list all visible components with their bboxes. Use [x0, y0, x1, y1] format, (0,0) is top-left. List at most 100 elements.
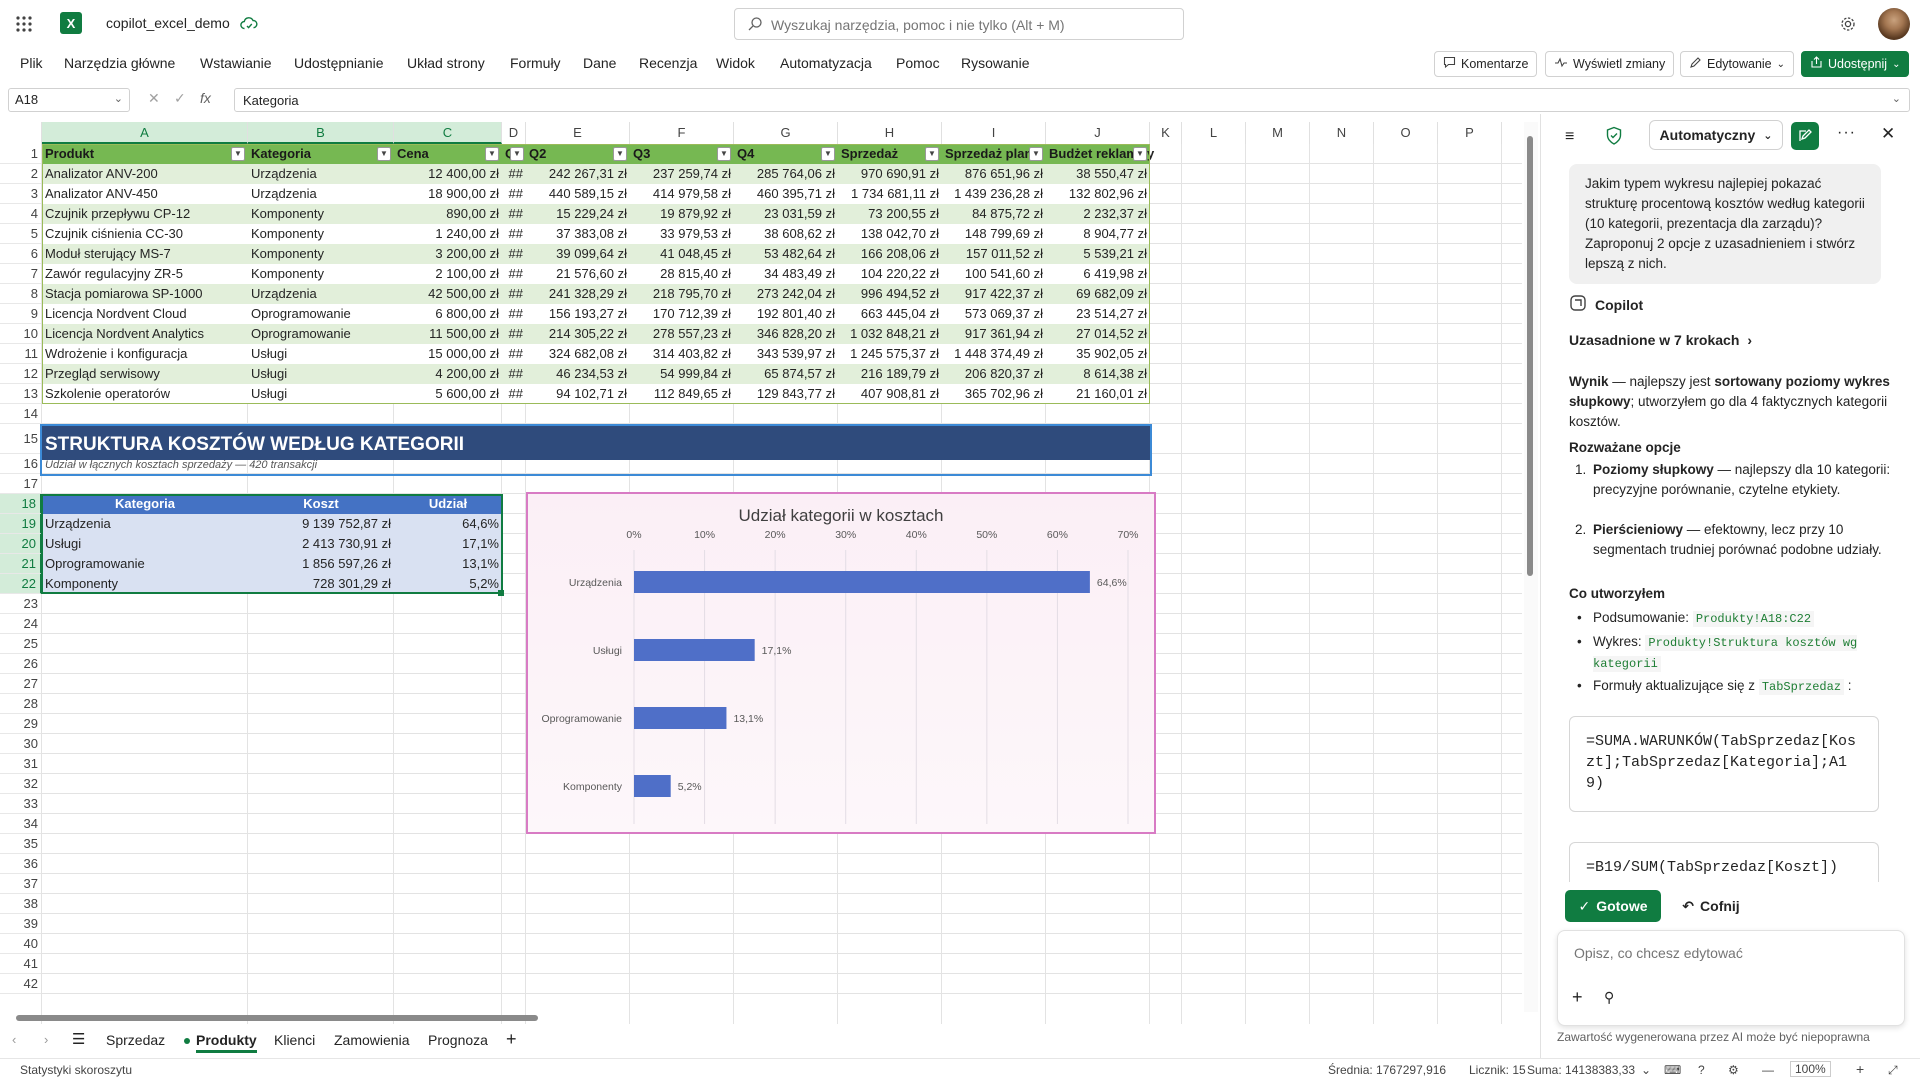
- menu-review[interactable]: Recenzja: [639, 55, 697, 71]
- row-header-26[interactable]: 26: [0, 654, 42, 674]
- table-cell[interactable]: 365 702,96 zł: [942, 384, 1046, 404]
- table-cell[interactable]: Komponenty: [248, 244, 394, 264]
- done-button[interactable]: ✓ Gotowe: [1565, 890, 1661, 922]
- menu-automate[interactable]: Automatyzacja: [780, 55, 872, 71]
- table-cell[interactable]: 8 614,38 zł: [1046, 364, 1150, 384]
- table-cell[interactable]: 278 557,23 zł: [630, 324, 734, 344]
- row-header-13[interactable]: 13: [0, 384, 42, 404]
- table-cell[interactable]: 23 031,59 zł: [734, 204, 838, 224]
- table-cell[interactable]: 129 843,77 zł: [734, 384, 838, 404]
- table-cell[interactable]: 21 576,60 zł: [526, 264, 630, 284]
- table-cell[interactable]: 104 220,22 zł: [838, 264, 942, 284]
- row-header-16[interactable]: 16: [0, 454, 42, 474]
- table-cell[interactable]: ##: [502, 204, 526, 224]
- table-cell[interactable]: 5 600,00 zł: [394, 384, 502, 404]
- scrollbar-thumb[interactable]: [1527, 136, 1533, 576]
- row-header-19[interactable]: 19: [0, 514, 42, 534]
- row-header-31[interactable]: 31: [0, 754, 42, 774]
- summary-cell[interactable]: Komponenty: [42, 574, 248, 594]
- horizontal-scrollbar[interactable]: [0, 1011, 1530, 1025]
- menu-share[interactable]: Udostępnianie: [294, 55, 384, 71]
- column-header-p[interactable]: P: [1438, 122, 1502, 144]
- menu-view[interactable]: Widok: [716, 55, 755, 71]
- table-cell[interactable]: Komponenty: [248, 204, 394, 224]
- summary-cell[interactable]: 2 413 730,91 zł: [248, 534, 394, 554]
- history-menu-icon[interactable]: ≡: [1565, 128, 1574, 146]
- table-cell[interactable]: ##: [502, 224, 526, 244]
- table-cell[interactable]: 6 800,00 zł: [394, 304, 502, 324]
- table-cell[interactable]: Oprogramowanie: [248, 304, 394, 324]
- column-header-d[interactable]: D: [502, 122, 526, 144]
- table-cell[interactable]: 917 422,37 zł: [942, 284, 1046, 304]
- table-cell[interactable]: 69 682,09 zł: [1046, 284, 1150, 304]
- vertical-scrollbar[interactable]: [1524, 122, 1538, 1012]
- table-cell[interactable]: 3 200,00 zł: [394, 244, 502, 264]
- summary-cell[interactable]: 728 301,29 zł: [248, 574, 394, 594]
- table-cell[interactable]: 237 259,74 zł: [630, 164, 734, 184]
- table-cell[interactable]: 273 242,04 zł: [734, 284, 838, 304]
- table-cell[interactable]: 241 328,29 zł: [526, 284, 630, 304]
- table-cell[interactable]: 206 820,37 zł: [942, 364, 1046, 384]
- fill-handle[interactable]: [498, 590, 504, 596]
- chevron-down-icon[interactable]: ⌄: [1641, 1063, 1651, 1077]
- summary-cell[interactable]: 9 139 752,87 zł: [248, 514, 394, 534]
- summary-cell[interactable]: 5,2%: [394, 574, 502, 594]
- keyboard-icon[interactable]: ⌨: [1664, 1063, 1681, 1077]
- column-header-o[interactable]: O: [1374, 122, 1438, 144]
- sheet-tab-produkty[interactable]: Produkty: [196, 1032, 257, 1053]
- table-cell[interactable]: 166 208,06 zł: [838, 244, 942, 264]
- table-cell[interactable]: 33 979,53 zł: [630, 224, 734, 244]
- summary-cell[interactable]: 13,1%: [394, 554, 502, 574]
- table-cell[interactable]: 1 032 848,21 zł: [838, 324, 942, 344]
- table-cell[interactable]: Usługi: [248, 364, 394, 384]
- table-cell[interactable]: 37 383,08 zł: [526, 224, 630, 244]
- menu-formulas[interactable]: Formuły: [510, 55, 561, 71]
- menu-home[interactable]: Narzędzia główne: [64, 55, 175, 71]
- row-header-3[interactable]: 3: [0, 184, 42, 204]
- table-cell[interactable]: Stacja pomiarowa SP-1000: [42, 284, 248, 304]
- table-cell[interactable]: ##: [502, 304, 526, 324]
- table-cell[interactable]: Oprogramowanie: [248, 324, 394, 344]
- filter-dropdown-icon[interactable]: ▼: [925, 147, 939, 161]
- row-header-38[interactable]: 38: [0, 894, 42, 914]
- next-sheet-icon[interactable]: ›: [44, 1032, 48, 1047]
- workbook-stats[interactable]: Statystyki skoroszytu: [20, 1063, 132, 1077]
- filter-dropdown-icon[interactable]: ▼: [613, 147, 627, 161]
- table-cell[interactable]: Licencja Nordvent Cloud: [42, 304, 248, 324]
- row-header-39[interactable]: 39: [0, 914, 42, 934]
- table-cell[interactable]: 21 160,01 zł: [1046, 384, 1150, 404]
- column-header-e[interactable]: E: [526, 122, 630, 144]
- row-header-9[interactable]: 9: [0, 304, 42, 324]
- prompt-input[interactable]: [1574, 945, 1884, 961]
- row-header-8[interactable]: 8: [0, 284, 42, 304]
- row-header-41[interactable]: 41: [0, 954, 42, 974]
- table-cell[interactable]: Urządzenia: [248, 184, 394, 204]
- table-cell[interactable]: Usługi: [248, 344, 394, 364]
- column-header-b[interactable]: B: [248, 122, 394, 144]
- mode-dropdown[interactable]: Automatyczny ⌄: [1649, 120, 1783, 150]
- table-cell[interactable]: 2 100,00 zł: [394, 264, 502, 284]
- table-cell[interactable]: 15 000,00 zł: [394, 344, 502, 364]
- table-cell[interactable]: 73 200,55 zł: [838, 204, 942, 224]
- confirm-check-icon[interactable]: ✓: [174, 90, 186, 107]
- close-pane-icon[interactable]: ✕: [1881, 124, 1895, 144]
- row-header-29[interactable]: 29: [0, 714, 42, 734]
- table-cell[interactable]: 148 799,69 zł: [942, 224, 1046, 244]
- row-header-42[interactable]: 42: [0, 974, 42, 994]
- table-cell[interactable]: 138 042,70 zł: [838, 224, 942, 244]
- table-cell[interactable]: 192 801,40 zł: [734, 304, 838, 324]
- row-header-15[interactable]: 15: [0, 424, 42, 454]
- filter-dropdown-icon[interactable]: ▼: [821, 147, 835, 161]
- share-button[interactable]: Udostępnij ⌄: [1801, 51, 1910, 77]
- table-cell[interactable]: 216 189,79 zł: [838, 364, 942, 384]
- h-scrollbar-thumb[interactable]: [16, 1015, 538, 1021]
- more-options-icon[interactable]: ···: [1837, 124, 1856, 142]
- column-header-a[interactable]: A: [42, 122, 248, 144]
- table-cell[interactable]: 1 439 236,28 zł: [942, 184, 1046, 204]
- filter-dropdown-icon[interactable]: ▼: [377, 147, 391, 161]
- column-header-m[interactable]: M: [1246, 122, 1310, 144]
- table-cell[interactable]: Zawór regulacyjny ZR-5: [42, 264, 248, 284]
- row-header-6[interactable]: 6: [0, 244, 42, 264]
- shield-check-icon[interactable]: [1605, 126, 1623, 149]
- row-header-14[interactable]: 14: [0, 404, 42, 424]
